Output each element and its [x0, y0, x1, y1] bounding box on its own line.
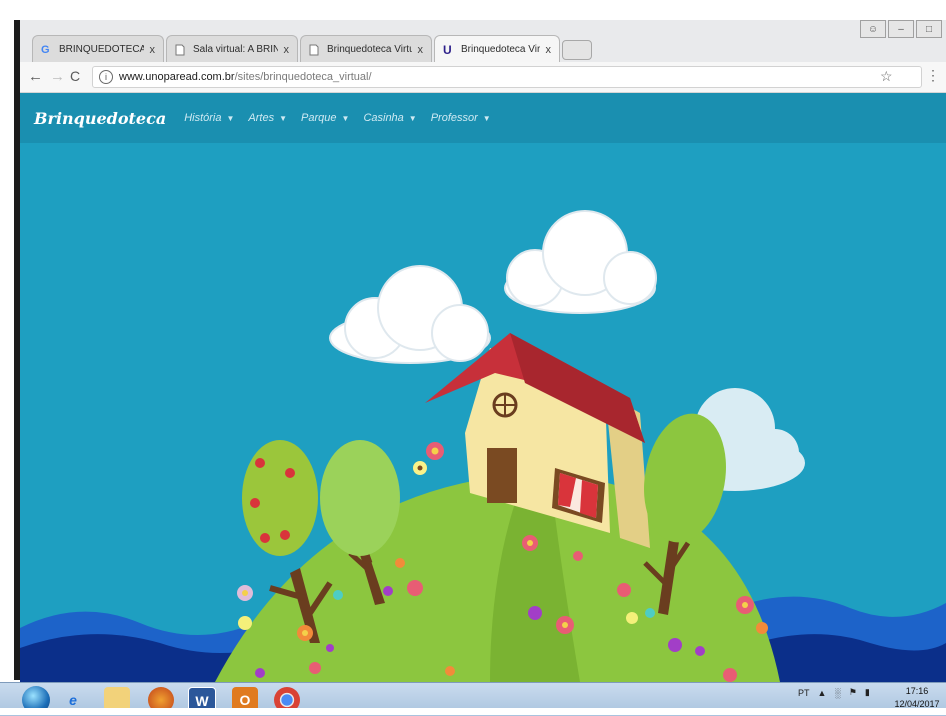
- tab-title: Sala virtual: A BRINQUED: [193, 44, 278, 55]
- browser-window: G BRINQUEDOTECA VIRTU x Sala virtual: A …: [20, 20, 946, 682]
- nav-casinha[interactable]: Casinha ▼: [363, 112, 416, 124]
- page-icon: [309, 44, 321, 56]
- close-icon[interactable]: x: [418, 44, 424, 56]
- url-domain: www.unoparead.com.br: [119, 71, 235, 83]
- info-icon[interactable]: i: [99, 70, 113, 84]
- flag-icon[interactable]: ⚑: [849, 687, 857, 698]
- close-icon[interactable]: x: [284, 44, 290, 56]
- language-indicator[interactable]: PT: [798, 688, 810, 698]
- network-icon[interactable]: ░: [834, 688, 840, 698]
- nav-artes[interactable]: Artes ▼: [248, 112, 287, 124]
- window-controls: ☺ – □: [860, 20, 946, 40]
- caret-down-icon: ▼: [279, 113, 288, 123]
- browser-toolbar: ← → C i www.unoparead.com.br/sites/brinq…: [20, 62, 946, 93]
- close-icon[interactable]: x: [150, 44, 156, 56]
- tab-title: BRINQUEDOTECA VIRTU: [59, 44, 144, 55]
- page-icon: [175, 44, 187, 56]
- site-navbar: Brinquedoteca História ▼ Artes ▼ Parque ▼ C…: [20, 93, 946, 143]
- volume-icon[interactable]: ▮: [865, 687, 870, 698]
- nav-label: Artes: [248, 112, 275, 124]
- bookmark-star-icon[interactable]: ☆: [880, 68, 893, 85]
- hero-illustration: [20, 210, 946, 682]
- tab-sala-virtual[interactable]: Sala virtual: A BRINQUED x: [166, 35, 298, 63]
- nav-historia[interactable]: História ▼: [184, 112, 234, 124]
- new-tab-button[interactable]: [562, 40, 592, 60]
- site-brand[interactable]: Brinquedoteca: [34, 109, 166, 128]
- nav-professor[interactable]: Professor ▼: [431, 112, 491, 124]
- web-page: Brinquedoteca História ▼ Artes ▼ Parque ▼ C…: [20, 93, 946, 682]
- caret-down-icon: ▼: [408, 113, 417, 123]
- system-tray: PT ▲ ░ ⚑ ▮: [798, 687, 870, 698]
- nav-label: Casinha: [363, 112, 404, 124]
- caret-down-icon: ▼: [341, 113, 350, 123]
- menu-dots-icon[interactable]: ⋮: [926, 67, 940, 84]
- clock-time: 17:16: [905, 686, 929, 696]
- tab-brinquedoteca-virtual-u[interactable]: Brinquedoteca Virtual U x: [300, 35, 432, 63]
- back-arrow-icon[interactable]: ←: [28, 68, 43, 85]
- tab-brinquedoteca-virtu[interactable]: G BRINQUEDOTECA VIRTU x: [32, 35, 164, 63]
- caret-down-icon: ▼: [482, 113, 491, 123]
- tab-title: Brinquedoteca Virtual: [461, 44, 540, 55]
- reload-icon[interactable]: C: [70, 68, 80, 84]
- maximize-button[interactable]: □: [916, 20, 942, 38]
- unopar-u-icon: U: [443, 42, 452, 57]
- screen-frame-top: [18, 0, 946, 20]
- nav-parque[interactable]: Parque ▼: [301, 112, 349, 124]
- caret-down-icon: ▼: [226, 113, 235, 123]
- url-path: /sites/brinquedoteca_virtual/: [234, 71, 372, 83]
- tab-brinquedoteca-virtual-active[interactable]: U Brinquedoteca Virtual x: [434, 35, 560, 63]
- tab-strip: G BRINQUEDOTECA VIRTU x Sala virtual: A …: [20, 20, 946, 63]
- forward-arrow-icon[interactable]: →: [50, 68, 65, 85]
- address-bar[interactable]: i www.unoparead.com.br/sites/brinquedote…: [92, 66, 922, 88]
- nav-label: História: [184, 112, 222, 124]
- cloud-middle: [504, 210, 657, 314]
- cloud-left: [329, 265, 491, 364]
- screen-frame-bottom: [0, 708, 946, 715]
- user-icon[interactable]: ☺: [860, 20, 886, 38]
- google-g-icon: G: [41, 43, 50, 56]
- tray-arrow-icon[interactable]: ▲: [818, 688, 827, 698]
- minimize-button[interactable]: –: [888, 20, 914, 38]
- tab-title: Brinquedoteca Virtual U: [327, 44, 412, 55]
- nav-label: Parque: [301, 112, 337, 124]
- close-icon[interactable]: x: [546, 44, 552, 56]
- nav-label: Professor: [430, 112, 478, 124]
